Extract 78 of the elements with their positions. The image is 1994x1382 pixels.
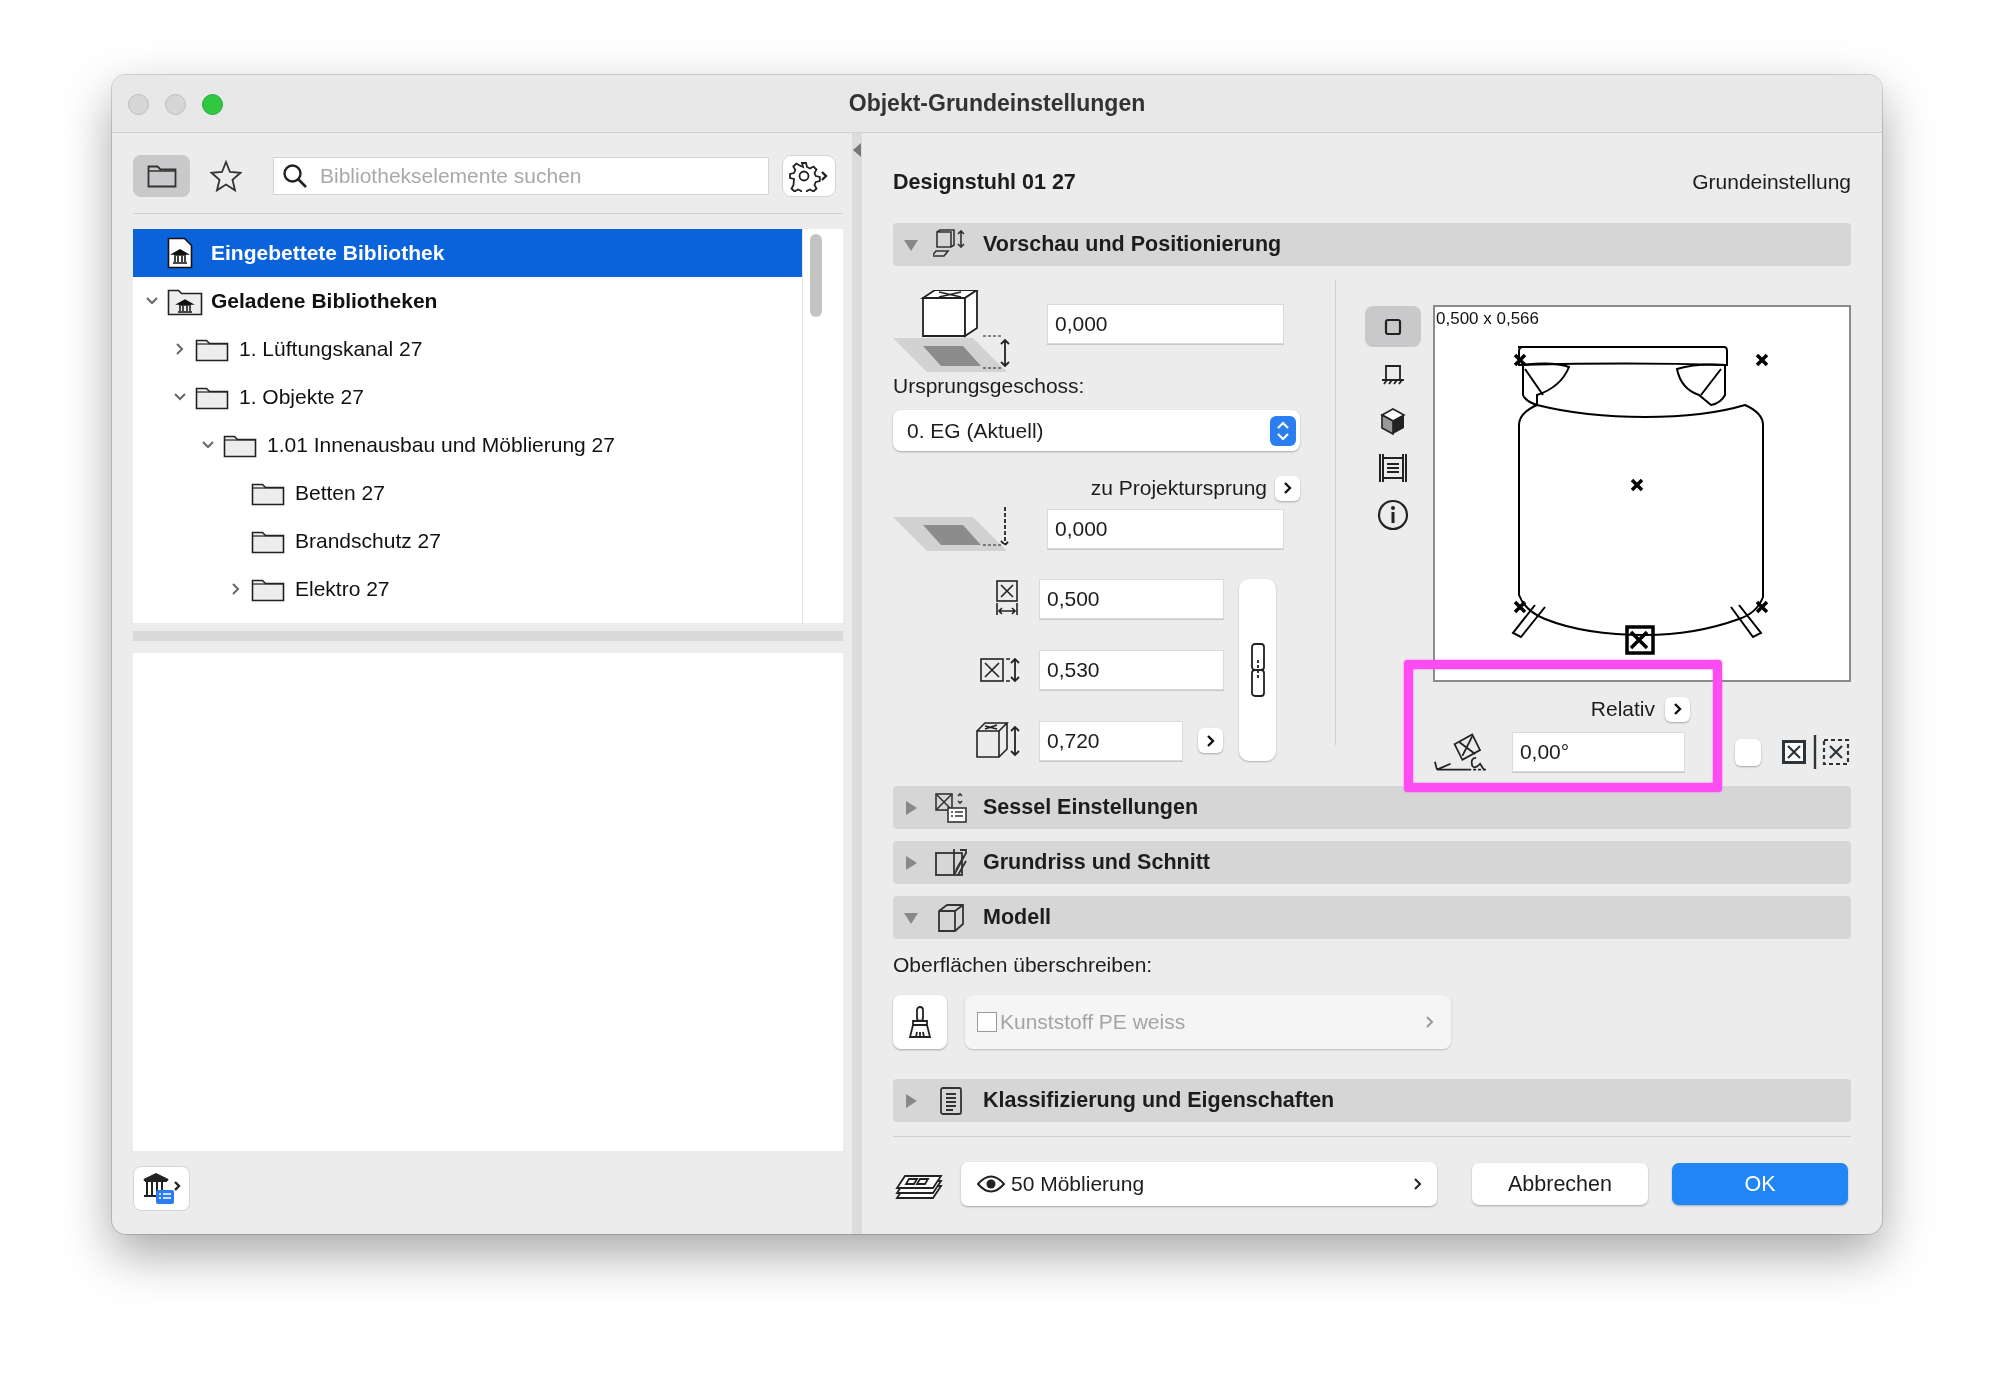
reference-label: zu Projektursprung [1090,476,1267,500]
section-title: Vorschau und Positionierung [983,232,1282,257]
height-field[interactable]: 0,720 [1039,720,1183,761]
tree-item[interactable]: 1.01 Innenausbau und Möblierung 27 [133,421,802,469]
chain-link-icon [1249,642,1266,698]
tree-item[interactable]: 1. Lüftungskanal 27 [133,325,802,373]
layer-name: 50 Möblierung [1011,1172,1145,1196]
tree-item[interactable]: Elektro 27 [133,565,802,613]
gear-icon [788,160,830,192]
square-icon [1384,317,1402,336]
plan-view-button[interactable] [1365,306,1421,347]
surface-override-label: Oberflächen überschreiben: [893,953,1154,977]
section-title: Grundriss und Schnitt [983,850,1210,875]
size-caption: 0,500 x 0,566 [1436,309,1540,329]
mirror-off-icon [1779,737,1809,767]
chevron-icon [1204,733,1217,748]
mirror-checkbox[interactable] [1734,738,1761,766]
width-field[interactable]: 0,500 [1039,579,1224,619]
floor-plan-icon [1380,362,1406,385]
section-title: Modell [983,905,1052,930]
folder-icon [146,164,177,188]
paint-brush-button[interactable] [893,995,947,1049]
document-bank-icon [167,237,193,269]
settings-menu-button[interactable] [782,155,836,197]
reference-elevation-field[interactable]: 0,000 [1047,509,1284,549]
search-icon [282,163,308,189]
height-icon [975,721,1021,760]
tree-item[interactable]: Brandschutz 27 [133,517,802,565]
hatched-square-icon [934,847,968,878]
section-header[interactable]: Klassifizierung und Eigenschaften [893,1079,1851,1122]
depth-field[interactable]: 0,530 [1039,649,1224,690]
home-story-dropdown[interactable]: 0. EG (Aktuell) [893,410,1300,451]
link-toggle[interactable] [1239,579,1276,761]
parameter-list-icon [934,791,968,824]
scrollbar-thumb[interactable] [810,234,822,317]
folder-view-button[interactable] [133,155,190,197]
layer-selector[interactable]: 50 Möblierung [961,1162,1437,1206]
collapse-handle-icon[interactable] [853,143,861,157]
chevron-icon [1671,702,1684,716]
section-title: Sessel Einstellungen [983,795,1199,820]
tree-item[interactable]: Geladene Bibliotheken [133,277,802,325]
tree-item[interactable]: Eingebettete Bibliothek [133,229,802,277]
section-header[interactable]: Sessel Einstellungen [893,786,1851,829]
chevron-icon [1281,481,1294,495]
preset-name: Grundeinstellung [1692,170,1851,194]
rotation-angle-field[interactable]: 0,00° [1511,732,1685,772]
eye-icon [977,1175,1005,1193]
mirror-on-icon [1821,737,1851,767]
ok-button[interactable]: OK [1672,1163,1848,1205]
info-icon [1377,498,1409,531]
divider-line-icon [1813,735,1817,769]
angle-mode-button[interactable] [1665,696,1690,722]
rotation-angle-icon [1433,730,1488,774]
section-header[interactable]: Vorschau und Positionierung [893,223,1851,266]
list-frame-icon [1377,452,1409,483]
height-menu-button[interactable] [1198,728,1223,754]
section-header[interactable]: Modell [893,896,1851,939]
reference-menu-button[interactable] [1275,475,1300,501]
object-name: Designstuhl 01 27 [893,169,1076,195]
cube-icon [1380,406,1406,435]
tree-item[interactable]: 1. Objekte 27 [133,373,802,421]
stepper-arrows-icon [1270,415,1296,446]
window-title: Objekt-Grundeinstellungen [848,90,1146,117]
elevation-field[interactable]: 0,000 [1047,304,1284,344]
angle-mode-label: Relativ [1590,697,1655,721]
cancel-button[interactable]: Abbrechen [1472,1163,1648,1205]
document-lines-icon [939,1085,963,1116]
cube-icon [936,902,966,933]
library-list-icon [141,1171,182,1206]
home-story-label: Ursprungsgeschoss: [893,374,1086,399]
tree-item[interactable]: Betten 27 [133,469,802,517]
section-title: Klassifizierung und Eigenschaften [983,1088,1335,1113]
surface-name: Kunststoff PE weiss [1000,1010,1186,1034]
section-header[interactable]: Grundriss und Schnitt [893,841,1851,884]
star-icon [209,160,242,192]
paint-brush-icon [908,1005,932,1039]
search-field[interactable]: Bibliothekselemente suchen [273,157,769,195]
library-manager-button[interactable] [133,1166,190,1211]
